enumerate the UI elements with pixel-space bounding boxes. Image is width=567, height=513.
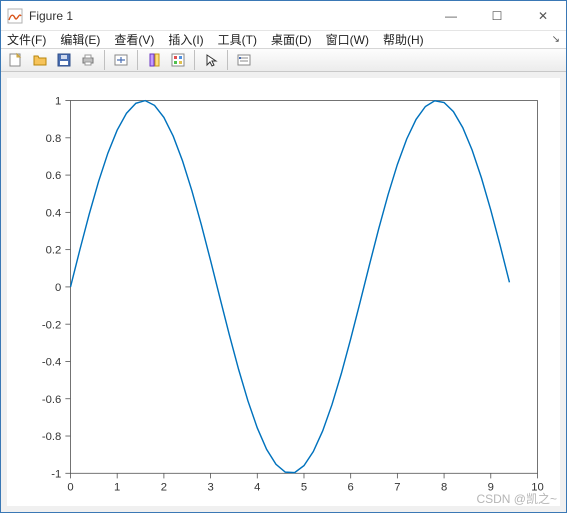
toolbar-separator [194,50,195,70]
figure-window: Figure 1 — ☐ ✕ 文件(F) 编辑(E) 查看(V) 插入(I) 工… [0,0,567,513]
plot-canvas-wrap: 0 1 2 3 4 5 6 7 8 9 10 -1 -0.8 -0.6 -0.4 -0.2 0 0.2 0.4 0.6… [1,72,566,512]
open-icon[interactable] [29,49,51,71]
print-icon[interactable] [77,49,99,71]
svg-text:-0.4: -0.4 [42,357,61,369]
menu-tools[interactable]: 工具(T) [218,31,257,48]
svg-text:1: 1 [114,482,120,494]
new-figure-icon[interactable] [5,49,27,71]
svg-text:8: 8 [441,482,447,494]
svg-text:0.8: 0.8 [46,133,62,145]
menubar: 文件(F) 编辑(E) 查看(V) 插入(I) 工具(T) 桌面(D) 窗口(W… [1,31,566,49]
svg-text:6: 6 [348,482,354,494]
plot-canvas[interactable]: 0 1 2 3 4 5 6 7 8 9 10 -1 -0.8 -0.6 -0.4 -0.2 0 0.2 0.4 0.6… [7,78,560,506]
svg-text:2: 2 [161,482,167,494]
close-button[interactable]: ✕ [520,1,566,31]
menu-help[interactable]: 帮助(H) [383,31,424,48]
menu-view[interactable]: 查看(V) [114,31,154,48]
svg-text:9: 9 [488,482,494,494]
matlab-figure-icon [7,8,23,24]
toolbar-separator [104,50,105,70]
svg-text:10: 10 [531,482,544,494]
colorbar-icon[interactable] [167,49,189,71]
menu-insert[interactable]: 插入(I) [168,31,203,48]
svg-text:4: 4 [254,482,260,494]
dock-arrow-icon[interactable]: ↘ [552,34,560,45]
svg-text:7: 7 [394,482,400,494]
toolbar [1,49,566,72]
save-icon[interactable] [53,49,75,71]
svg-text:3: 3 [207,482,213,494]
link-icon[interactable] [110,49,132,71]
menu-edit[interactable]: 编辑(E) [60,31,100,48]
svg-text:1: 1 [55,96,61,108]
pointer-icon[interactable] [200,49,222,71]
data-cursor-icon[interactable] [143,49,165,71]
titlebar[interactable]: Figure 1 — ☐ ✕ [1,1,566,31]
svg-text:0: 0 [55,282,61,294]
svg-text:5: 5 [301,482,307,494]
svg-text:-1: -1 [51,468,61,480]
menu-window[interactable]: 窗口(W) [326,31,369,48]
window-title: Figure 1 [29,9,73,23]
toolbar-separator [137,50,138,70]
svg-text:-0.8: -0.8 [42,431,61,443]
svg-text:-0.2: -0.2 [42,319,61,331]
svg-text:-0.6: -0.6 [42,394,61,406]
maximize-button[interactable]: ☐ [474,1,520,31]
minimize-button[interactable]: — [428,1,474,31]
toolbar-separator [227,50,228,70]
menu-file[interactable]: 文件(F) [7,31,46,48]
svg-text:0.2: 0.2 [46,245,62,257]
legend-icon[interactable] [233,49,255,71]
menu-desktop[interactable]: 桌面(D) [271,31,312,48]
svg-text:0: 0 [67,482,73,494]
svg-text:0.6: 0.6 [46,170,62,182]
svg-text:0.4: 0.4 [46,207,62,219]
